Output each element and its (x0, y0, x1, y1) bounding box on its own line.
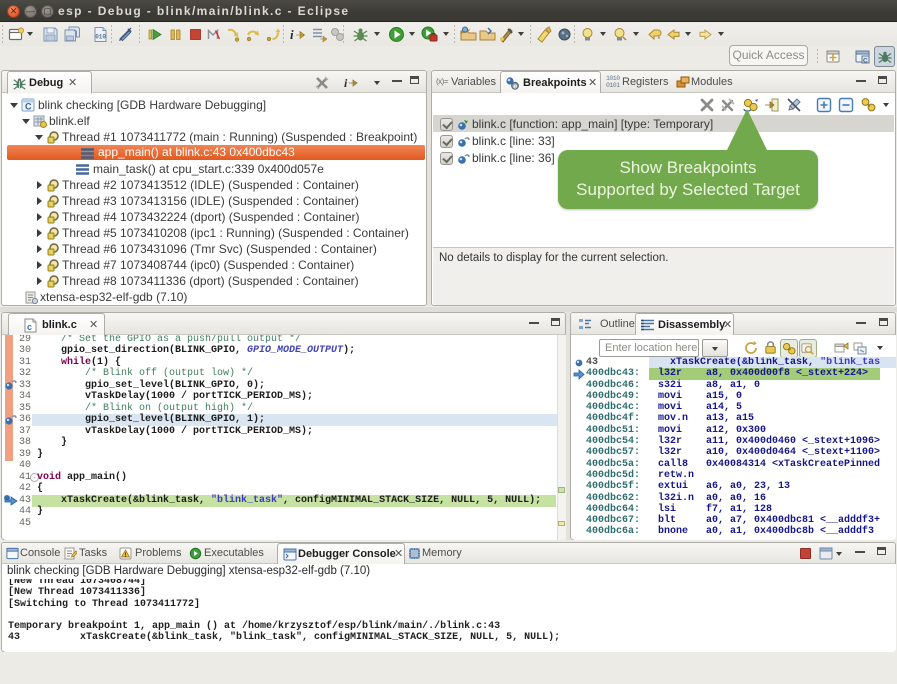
svg-text:010: 010 (95, 34, 106, 41)
svg-text:c: c (27, 322, 32, 332)
svg-text:i: i (344, 76, 348, 90)
svg-text:i: i (290, 27, 294, 42)
svg-text:C: C (25, 102, 32, 112)
svg-text:C: C (863, 58, 868, 65)
svg-text:e: e (513, 83, 517, 90)
